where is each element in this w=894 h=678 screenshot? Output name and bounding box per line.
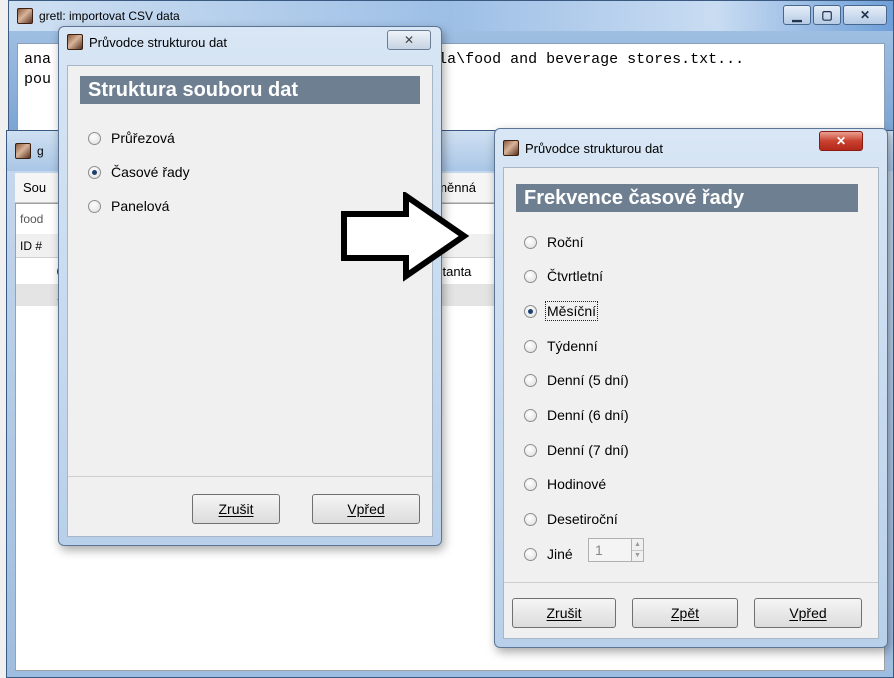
structure-dialog-body: Struktura souboru dat Průřezová Časové ř… xyxy=(67,65,433,537)
gretl-app-icon xyxy=(15,143,31,159)
option-daily-6[interactable]: Denní (6 dní) xyxy=(524,407,629,423)
radio-button[interactable] xyxy=(524,547,537,561)
other-frequency-spinner[interactable]: 1 ▲ ▼ xyxy=(588,538,644,562)
option-other[interactable]: Jiné xyxy=(524,546,573,562)
forward-button[interactable]: Vpřed xyxy=(754,598,862,628)
radio-button[interactable] xyxy=(88,131,101,145)
close-button[interactable]: ✕ xyxy=(387,30,431,50)
structure-dialog: Průvodce strukturou dat ✕ Struktura soub… xyxy=(58,26,442,546)
spinner-buttons[interactable]: ▲ ▼ xyxy=(632,538,644,562)
spin-down-icon[interactable]: ▼ xyxy=(632,549,643,562)
option-label: Jiné xyxy=(547,546,573,562)
option-label: Panelová xyxy=(111,198,170,214)
radio-button[interactable] xyxy=(524,443,537,457)
option-time-series[interactable]: Časové řady xyxy=(88,164,190,180)
option-label: Desetiroční xyxy=(547,511,618,527)
window-controls: ▁ ▢ ✕ xyxy=(783,5,887,25)
option-label: Denní (6 dní) xyxy=(547,407,629,423)
option-label: Průřezová xyxy=(111,130,175,146)
option-label: Denní (5 dní) xyxy=(547,372,629,388)
structure-dialog-title: Průvodce strukturou dat xyxy=(89,34,228,50)
right-arrow-icon xyxy=(341,192,470,282)
radio-button[interactable] xyxy=(524,512,537,526)
option-label: Hodinové xyxy=(547,476,607,492)
option-daily-7[interactable]: Denní (7 dní) xyxy=(524,442,629,458)
maximize-button[interactable]: ▢ xyxy=(813,5,841,25)
gretl-app-icon xyxy=(503,140,519,156)
option-cross-section[interactable]: Průřezová xyxy=(88,130,175,146)
back-button[interactable]: Zpět xyxy=(632,598,738,628)
option-weekly[interactable]: Týdenní xyxy=(524,338,598,354)
menu-item-file[interactable]: Sou xyxy=(23,180,46,195)
option-quarterly[interactable]: Čtvrtletní xyxy=(524,268,603,284)
radio-button-checked[interactable] xyxy=(524,304,537,318)
frequency-dialog-body: Frekvence časové řady Roční Čtvrtletní M… xyxy=(503,167,879,639)
radio-button[interactable] xyxy=(524,235,537,249)
cancel-button[interactable]: Zrušit xyxy=(192,494,280,524)
gretl-app-icon xyxy=(17,8,33,24)
minimize-button[interactable]: ▁ xyxy=(783,5,811,25)
radio-button[interactable] xyxy=(524,373,537,387)
divider xyxy=(504,582,878,583)
option-panel[interactable]: Panelová xyxy=(88,198,169,214)
option-decennial[interactable]: Desetiroční xyxy=(524,511,618,527)
frequency-dialog-title: Průvodce strukturou dat xyxy=(525,140,664,156)
forward-button[interactable]: Vpřed xyxy=(312,494,420,524)
divider xyxy=(68,476,432,477)
option-label: Čtvrtletní xyxy=(547,268,604,284)
radio-button[interactable] xyxy=(524,408,537,422)
option-monthly[interactable]: Měsíční xyxy=(524,301,599,321)
main-window-title: g xyxy=(37,144,44,158)
structure-dialog-titlebar[interactable]: Průvodce strukturou dat xyxy=(59,27,441,57)
option-label: Týdenní xyxy=(547,338,598,354)
option-label: Měsíční xyxy=(544,301,599,321)
frequency-dialog: Průvodce strukturou dat ✕ Frekvence časo… xyxy=(494,128,888,648)
option-label: Roční xyxy=(547,234,584,250)
close-button[interactable]: ✕ xyxy=(843,5,887,25)
section-title: Struktura souboru dat xyxy=(80,76,420,104)
other-frequency-input[interactable]: 1 xyxy=(588,538,632,562)
option-daily-5[interactable]: Denní (5 dní) xyxy=(524,372,629,388)
cancel-button[interactable]: Zrušit xyxy=(512,598,616,628)
gretl-app-icon xyxy=(67,34,83,50)
section-title: Frekvence časové řady xyxy=(516,184,858,212)
option-label: Časové řady xyxy=(111,164,190,180)
spin-up-icon[interactable]: ▲ xyxy=(632,539,643,550)
radio-button[interactable] xyxy=(524,339,537,353)
close-button[interactable]: ✕ xyxy=(819,131,863,151)
radio-button[interactable] xyxy=(524,269,537,283)
dataset-path: food xyxy=(20,212,44,226)
radio-button[interactable] xyxy=(88,199,101,213)
import-window-title: gretl: importovat CSV data xyxy=(39,9,180,23)
option-yearly[interactable]: Roční xyxy=(524,234,584,250)
radio-button[interactable] xyxy=(524,477,537,491)
radio-button-checked[interactable] xyxy=(88,165,101,179)
option-label: Denní (7 dní) xyxy=(547,442,629,458)
option-hourly[interactable]: Hodinové xyxy=(524,476,606,492)
